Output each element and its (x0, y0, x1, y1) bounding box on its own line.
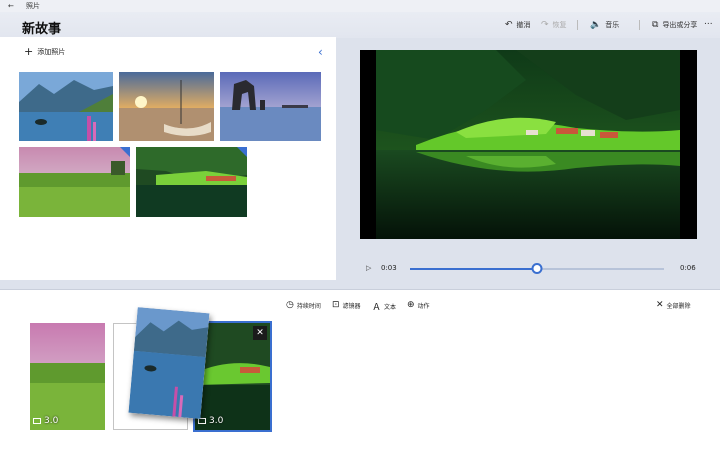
redo-icon: ↷ (541, 20, 549, 30)
playback-controls: ▷ 0:03 0:06 (360, 258, 700, 278)
music-button[interactable]: 🔈 音乐 (590, 20, 619, 30)
motion-icon: ⊕ (407, 300, 415, 310)
header: 新故事 ↶ 撤消 ↷ 恢复 🔈 音乐 ⧉ 导出或分享 ... (0, 12, 720, 38)
photo-image (119, 72, 214, 141)
photo-fjord-flowers[interactable] (19, 72, 113, 141)
storyboard: ◷ 持续时间 ⊡ 滤镜器 Ａ 文本 ⊕ 动作 ✕ 全部删除 3.0 ✕ 3.0 (0, 290, 720, 456)
dragging-photo[interactable] (128, 307, 210, 419)
added-marker (237, 147, 247, 157)
filter-button[interactable]: ⊡ 滤镜器 (332, 300, 361, 310)
card-image (128, 307, 210, 419)
back-icon[interactable]: ← (8, 0, 14, 12)
seek-bar-fill (410, 268, 537, 270)
page-title: 新故事 (22, 22, 62, 37)
close-icon: ✕ (656, 300, 664, 310)
collapse-panel-icon[interactable]: ‹ (318, 45, 323, 59)
speaker-icon: 🔈 (590, 20, 602, 30)
redo-button[interactable]: ↷ 恢复 (541, 20, 567, 30)
remove-card-icon[interactable]: ✕ (253, 326, 267, 340)
video-preview[interactable] (360, 50, 697, 239)
duration-badge: 3.0 (33, 416, 58, 426)
text-button[interactable]: Ａ 文本 (372, 300, 396, 313)
photo-rock-arch[interactable] (220, 72, 321, 141)
plus-icon: + (24, 45, 34, 58)
add-photos-button[interactable]: + 添加照片 (24, 45, 65, 58)
more-button[interactable]: ... (704, 17, 713, 27)
title-bar: ← 照片 (0, 0, 720, 12)
photo-image (19, 72, 113, 141)
duration-badge: 3.0 (198, 416, 223, 426)
export-icon: ⧉ (652, 20, 659, 30)
separator (577, 20, 578, 30)
card-image (30, 323, 105, 430)
preview-image (376, 50, 680, 239)
added-marker (120, 147, 130, 157)
clock-icon: ◷ (286, 300, 294, 310)
export-button[interactable]: ⧉ 导出或分享 (652, 20, 697, 30)
photo-lake-village[interactable] (136, 147, 247, 217)
total-time: 0:06 (680, 264, 696, 272)
photo-image (19, 147, 130, 217)
separator (639, 20, 640, 30)
undo-button[interactable]: ↶ 撤消 (505, 20, 531, 30)
motion-button[interactable]: ⊕ 动作 (407, 300, 430, 310)
duration-button[interactable]: ◷ 持续时间 (286, 300, 321, 310)
photo-image (136, 147, 247, 217)
app-title: 照片 (26, 2, 40, 10)
current-time: 0:03 (381, 264, 397, 272)
photo-green-field[interactable] (19, 147, 130, 217)
storyboard-card[interactable]: 3.0 (30, 323, 105, 430)
undo-icon: ↶ (505, 20, 513, 30)
photo-sunset-boat[interactable] (119, 72, 214, 141)
remove-all-button[interactable]: ✕ 全部删除 (656, 300, 691, 310)
photo-image (220, 72, 321, 141)
photo-library: + 添加照片 ‹ (0, 37, 336, 280)
play-icon[interactable]: ▷ (366, 264, 371, 272)
text-icon: Ａ (372, 303, 382, 313)
seek-handle[interactable] (531, 263, 543, 274)
filter-icon: ⊡ (332, 300, 340, 310)
seek-bar[interactable] (410, 263, 664, 274)
image-icon (33, 418, 41, 424)
